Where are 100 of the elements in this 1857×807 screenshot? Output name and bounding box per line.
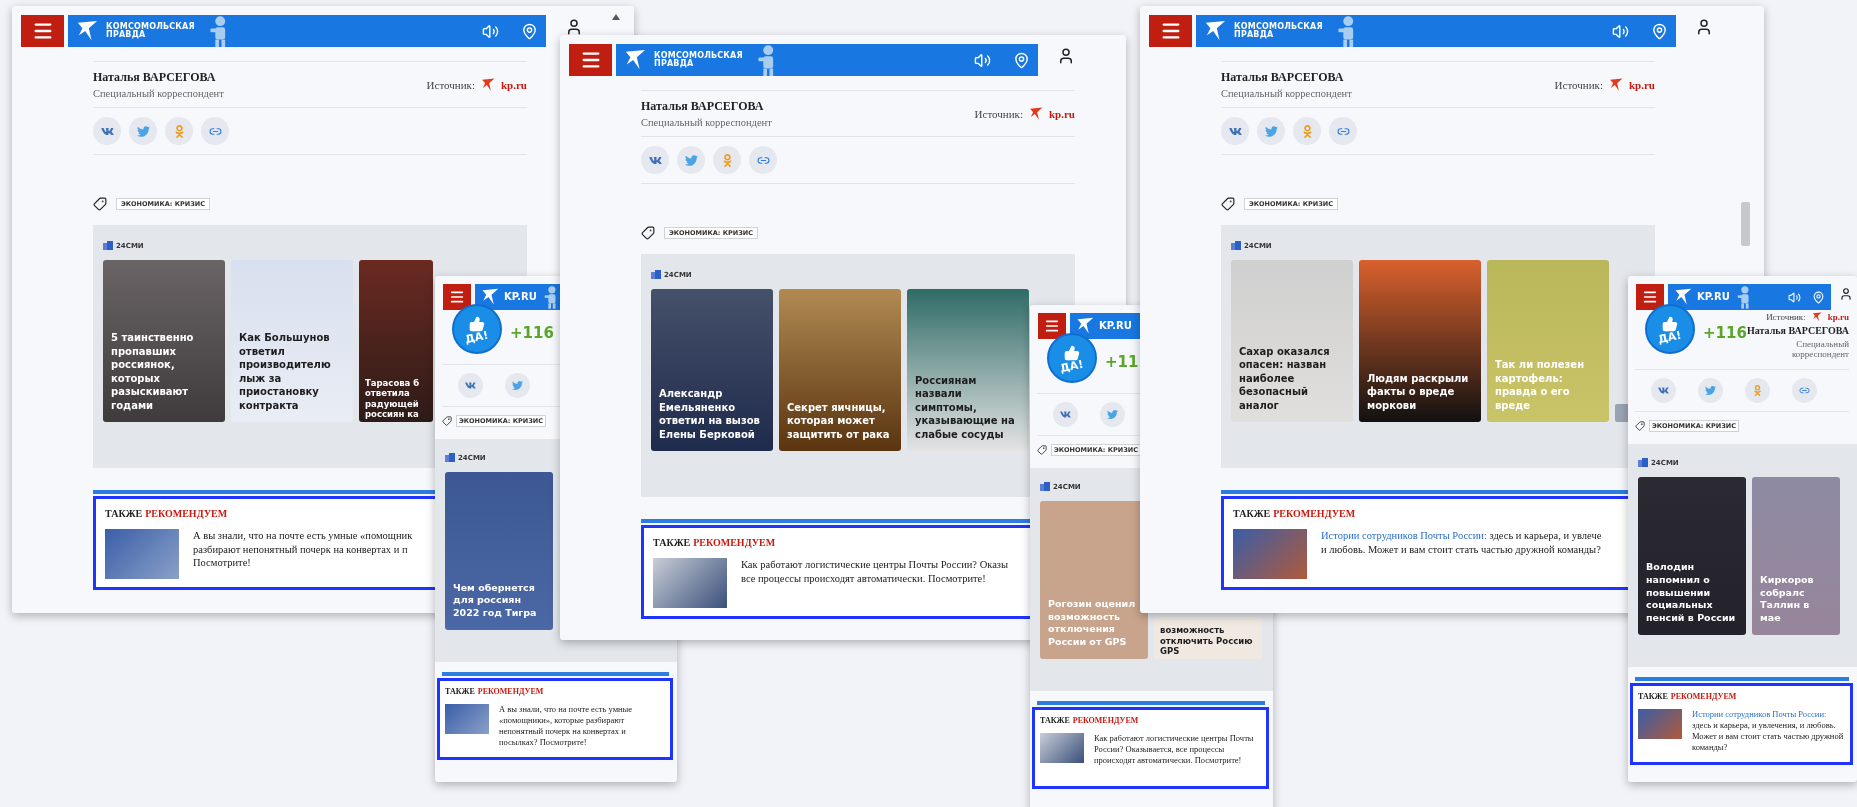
map-pin-icon[interactable] [1651,22,1668,40]
bird-logo-icon [1674,288,1692,306]
heading-lead: ТАКЖЕ [445,687,475,696]
logo-text: КОМСОМОЛЬСКАЯ ПРАВДА [654,52,744,68]
share-button[interactable] [1100,402,1125,427]
menu-button[interactable] [1149,15,1192,47]
share-button[interactable] [505,373,530,398]
share-button[interactable] [677,146,705,174]
source-label: Источник: [426,78,475,91]
author-name: Наталья ВАРСЕГОВА [1747,325,1849,336]
source-link[interactable]: kp.ru [501,78,527,91]
share-button[interactable] [93,117,121,145]
tag-icon [442,416,452,426]
stacked-squares-icon [103,241,113,250]
share-button[interactable] [1257,117,1285,145]
scroll-up-icon[interactable] [612,14,620,20]
badge-label: ДА! [1059,358,1085,374]
news-card[interactable]: Секрет яичницы, которая может защитить от рака [779,289,901,451]
news-card[interactable]: Россиянам назвали симптомы, указывающие на слабые сосуды [907,289,1029,451]
menu-icon [1044,318,1060,334]
link-icon [1799,385,1810,396]
heading-accent: РЕКОМЕНДУЕМ [145,508,228,519]
author-role: Специальный корреспондент [93,88,224,99]
news-card[interactable]: 5 таинственно пропавших россиянок, которых разыскивают годами [103,260,225,422]
map-pin-icon[interactable] [521,22,538,40]
news-card[interactable]: Людям раскрыли факты о вреде моркови [1359,260,1481,422]
share-button[interactable] [1329,117,1357,145]
heading-lead: ТАКЖЕ [105,508,143,519]
twitter-bird-icon [512,380,523,391]
logo-text: KP.RU [504,292,537,302]
news-card[interactable]: Володин напомнил о повышении социальных пенсий в России [1638,477,1746,635]
share-button[interactable] [1053,402,1078,427]
news-card[interactable]: возможность отключить Россию GPS [1154,617,1262,659]
speaker-icon[interactable] [1612,22,1629,40]
share-button[interactable] [1698,378,1723,403]
like-count: +11 [1105,353,1139,371]
share-button[interactable] [641,146,669,174]
heading-accent: РЕКОМЕНДУЕМ [477,687,544,696]
menu-button[interactable] [1636,284,1664,310]
source-link[interactable]: kp.ru [1049,107,1075,120]
news-card[interactable]: Чем обернется для россиян 2022 год Тигра [445,472,553,630]
article-link[interactable]: Истории сотрудников Почты России: [1321,530,1487,541]
badge-label: ДА! [464,329,490,345]
scrollbar-thumb[interactable] [1741,202,1750,246]
heading-lead: ТАКЖЕ [1233,508,1271,519]
news-card[interactable]: Тарасова б ответила радующей россиян ка [359,260,433,422]
bird-logo-icon [481,288,499,306]
bird-logo-icon [1811,312,1822,322]
news-card[interactable]: Сахар оказался опасен: назван наиболее безопасный аналог [1231,260,1353,422]
photo-placeholder [1040,733,1084,763]
bird-logo-icon [481,77,495,92]
logo-text: КОМСОМОЛЬСКАЯ ПРАВДА [106,23,196,39]
heading-lead: ТАКЖЕ [1638,692,1668,701]
stacked-squares-icon [1231,241,1241,250]
bird-logo-icon [1609,77,1623,92]
source-link[interactable]: kp.ru [1629,78,1655,91]
menu-button[interactable] [569,44,612,76]
source-link[interactable]: kp.ru [1827,312,1849,322]
menu-button[interactable] [21,15,64,47]
bird-logo-icon [1076,317,1094,335]
twitter-bird-icon [1705,385,1716,396]
heading-lead: ТАКЖЕ [653,537,691,548]
map-pin-icon[interactable] [1013,51,1030,69]
author-role: Специальный корреспондент [1221,88,1352,99]
vk-icon [1658,385,1669,396]
photo-placeholder [445,704,489,734]
map-pin-icon[interactable] [1812,290,1825,304]
stacked-squares-icon [651,270,661,279]
speaker-icon[interactable] [1788,290,1801,304]
share-button[interactable] [1792,378,1817,403]
speaker-icon[interactable] [482,22,499,40]
author-name: Наталья ВАРСЕГОВА [1221,70,1344,85]
author-role: Специальный корреспондент [641,117,772,128]
like-count: +116 [1703,324,1747,342]
tag-icon [93,197,107,211]
tag-icon [1221,197,1235,211]
share-button[interactable] [458,373,483,398]
heading-accent: РЕКОМЕНДУЕМ [1072,716,1139,725]
thumbs-up-icon [1064,344,1080,361]
person-icon [1752,385,1763,396]
share-button[interactable] [749,146,777,174]
news-card[interactable]: Как Большунов ответил производителю лыж за приостановку контракта [231,260,353,422]
menu-button[interactable] [1038,313,1066,339]
vk-icon [1060,409,1071,420]
share-button[interactable] [1221,117,1249,145]
photo-placeholder [1638,709,1682,739]
bird-logo-icon [76,20,98,42]
share-button[interactable] [201,117,229,145]
heading-accent: РЕКОМЕНДУЕМ [1670,692,1737,701]
share-button[interactable] [1651,378,1676,403]
news-card[interactable]: Александр Емельяненко ответил на вызов Елены Берковой [651,289,773,451]
author-role: Специальный корреспондент [1790,339,1849,359]
menu-icon [1642,289,1658,305]
thumbs-up-icon [469,315,485,332]
twitter-bird-icon [1264,124,1278,138]
menu-button[interactable] [443,284,471,310]
bird-logo-icon [1029,106,1043,121]
share-button[interactable] [129,117,157,145]
article-link[interactable]: Истории сотрудников Почты России: [1692,709,1827,719]
speaker-icon[interactable] [974,51,991,69]
